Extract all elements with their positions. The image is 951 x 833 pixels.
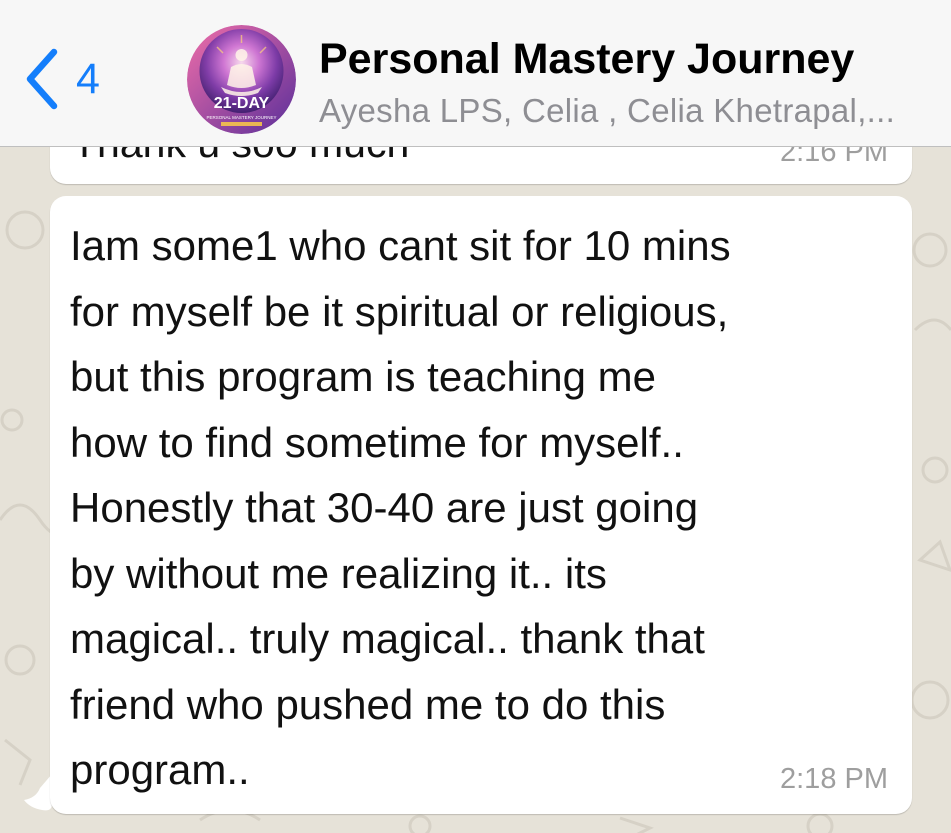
chevron-left-icon	[22, 48, 62, 110]
message-text: Iam some1 who cant sit for 10 mins for m…	[70, 222, 731, 793]
message-bubble[interactable]: Iam some1 who cant sit for 10 mins for m…	[50, 196, 912, 814]
avatar-sublabel: PERSONAL MASTERY JOURNEY	[207, 115, 277, 120]
avatar-label: 21-DAY	[214, 95, 270, 112]
unread-count: 4	[76, 54, 100, 103]
chat-header: 4 21-DAY PERSONAL MASTERY JOURNEY Person…	[0, 0, 951, 147]
group-avatar[interactable]: 21-DAY PERSONAL MASTERY JOURNEY	[187, 25, 296, 134]
message-timestamp: 2:18 PM	[780, 763, 888, 795]
group-members[interactable]: Ayesha LPS, Celia , Celia Khetrapal,...	[319, 92, 947, 130]
group-title[interactable]: Personal Mastery Journey	[319, 35, 854, 84]
back-button[interactable]: 4	[22, 44, 132, 114]
